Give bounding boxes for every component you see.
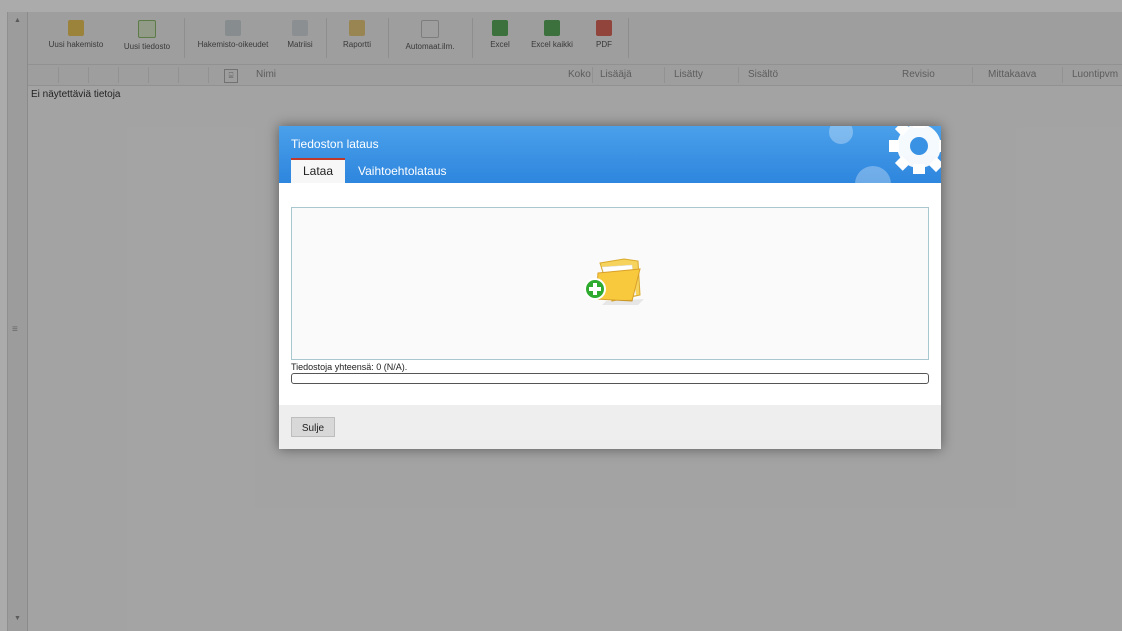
tab-upload[interactable]: Lataa: [291, 158, 345, 183]
dialog-footer: Sulje: [279, 405, 941, 449]
file-count-label: Tiedostoja yhteensä: 0 (N/A).: [291, 362, 408, 372]
upload-dialog: Tiedoston lataus Lataa Vaihtoehtolataus: [279, 126, 941, 449]
dialog-body: Tiedostoja yhteensä: 0 (N/A).: [279, 183, 941, 405]
tab-alternative-upload[interactable]: Vaihtoehtolataus: [358, 160, 447, 183]
close-button[interactable]: Sulje: [291, 417, 335, 437]
file-drop-zone[interactable]: [291, 207, 929, 360]
gears-decoration-icon: [829, 126, 941, 183]
dialog-header: Tiedoston lataus Lataa Vaihtoehtolataus: [279, 126, 941, 183]
upload-progress-bar: [291, 373, 929, 384]
dialog-title: Tiedoston lataus: [291, 137, 379, 151]
folder-add-icon[interactable]: [582, 255, 644, 307]
